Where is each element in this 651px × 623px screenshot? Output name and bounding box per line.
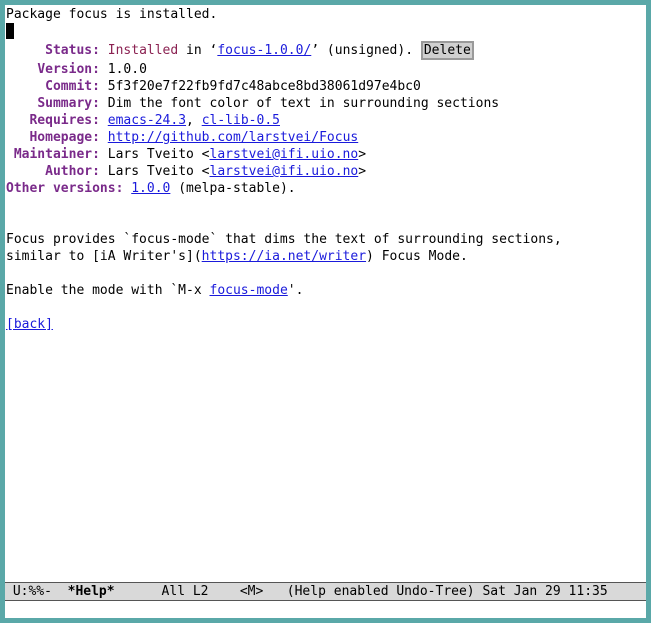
status-tail: ’ (unsigned). bbox=[311, 43, 421, 58]
summary-value: Dim the font color of text in surroundin… bbox=[107, 96, 500, 111]
delete-button[interactable]: Delete bbox=[420, 41, 474, 60]
maintainer-close: > bbox=[358, 147, 367, 162]
status-value: Installed bbox=[107, 43, 179, 58]
summary-row: Summary: Dim the font color of text in s… bbox=[6, 95, 499, 112]
back-link[interactable]: [back] bbox=[6, 317, 53, 332]
other-version-link[interactable]: 1.0.0 bbox=[131, 181, 170, 196]
version-value: 1.0.0 bbox=[107, 62, 147, 77]
commit-value: 5f3f20e7f22fb9fd7c48abce8bd38061d97e4bc0 bbox=[107, 79, 421, 94]
ia-writer-link[interactable]: https://ia.net/writer bbox=[202, 249, 366, 264]
version-row: Version: 1.0.0 bbox=[6, 61, 147, 78]
back-row: [back] bbox=[6, 316, 53, 333]
maintainer-name: Lars Tveito < bbox=[107, 147, 210, 162]
package-dir-link[interactable]: focus-1.0.0/ bbox=[217, 43, 311, 58]
maintainer-label: Maintainer: bbox=[13, 147, 100, 162]
summary-label: Summary: bbox=[37, 96, 100, 111]
desc2-post: ) Focus Mode. bbox=[366, 249, 468, 264]
status-label: Status: bbox=[45, 43, 100, 58]
other-versions-label: Other versions: bbox=[6, 181, 124, 196]
requires-cl-lib-link[interactable]: cl-lib-0.5 bbox=[202, 113, 280, 128]
maintainer-row: Maintainer: Lars Tveito <larstvei@ifi.ui… bbox=[6, 146, 366, 163]
author-name: Lars Tveito < bbox=[107, 164, 210, 179]
emacs-window: Package focus is installed. Status: Inst… bbox=[5, 5, 646, 618]
author-label: Author: bbox=[45, 164, 100, 179]
text-cursor bbox=[6, 23, 14, 39]
homepage-row: Homepage: http://github.com/larstvei/Foc… bbox=[6, 129, 358, 146]
mode-line: U:%%- *Help* All L2 <M> (Help enabled Un… bbox=[5, 582, 646, 601]
author-email-link[interactable]: larstvei@ifi.uio.no bbox=[210, 164, 359, 179]
description-line-1: Focus provides `focus-mode` that dims th… bbox=[6, 232, 562, 247]
author-close: > bbox=[358, 164, 367, 179]
homepage-link[interactable]: http://github.com/larstvei/Focus bbox=[108, 130, 358, 145]
modeline-position: All L2 <M> bbox=[114, 584, 287, 599]
desc2-pre: similar to [iA Writer's]( bbox=[6, 249, 202, 264]
requires-label: Requires: bbox=[29, 113, 100, 128]
description-line-2: similar to [iA Writer's](https://ia.net/… bbox=[6, 248, 468, 265]
desc3-post: '. bbox=[287, 283, 304, 298]
version-label: Version: bbox=[37, 62, 100, 77]
other-versions-row: Other versions: 1.0.0 (melpa-stable). bbox=[6, 180, 296, 197]
other-versions-source: (melpa-stable). bbox=[170, 181, 296, 196]
requires-sep: , bbox=[186, 113, 202, 128]
status-in: in ‘ bbox=[178, 43, 218, 58]
desc3-pre: Enable the mode with `M-x bbox=[6, 283, 210, 298]
requires-row: Requires: emacs-24.3, cl-lib-0.5 bbox=[6, 112, 280, 129]
focus-mode-link[interactable]: focus-mode bbox=[210, 283, 288, 298]
modeline-buffer-name: *Help* bbox=[67, 584, 115, 599]
requires-emacs-link[interactable]: emacs-24.3 bbox=[108, 113, 186, 128]
maintainer-email-link[interactable]: larstvei@ifi.uio.no bbox=[210, 147, 359, 162]
status-message: Package focus is installed. bbox=[6, 7, 218, 22]
commit-row: Commit: 5f3f20e7f22fb9fd7c48abce8bd38061… bbox=[6, 78, 421, 95]
author-row: Author: Lars Tveito <larstvei@ifi.uio.no… bbox=[6, 163, 366, 180]
description-line-3: Enable the mode with `M-x focus-mode'. bbox=[6, 282, 303, 299]
commit-label: Commit: bbox=[45, 79, 100, 94]
status-row: Status: Installed in ‘focus-1.0.0/’ (uns… bbox=[6, 41, 474, 60]
modeline-state: U:%%- bbox=[5, 584, 68, 599]
modeline-modes: (Help enabled Undo-Tree) Sat Jan 29 11:3… bbox=[286, 584, 608, 599]
homepage-label: Homepage: bbox=[29, 130, 100, 145]
